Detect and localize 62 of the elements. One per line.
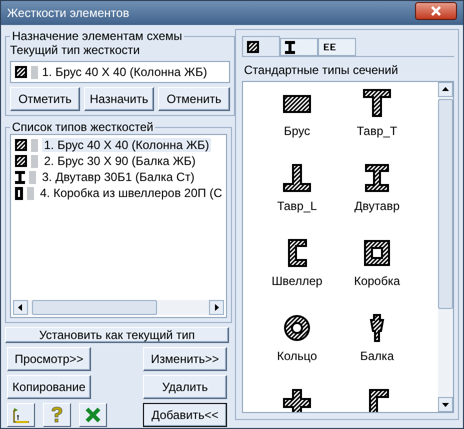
list-item[interactable]: 1. Брус 40 X 40 (Колонна ЖБ) bbox=[42, 138, 212, 152]
hatched-square-icon bbox=[15, 155, 27, 167]
section-item[interactable]: Брус bbox=[257, 88, 337, 163]
action-button[interactable]: Отметить bbox=[10, 87, 80, 111]
inverted-tee-icon bbox=[282, 163, 312, 193]
color-swatch bbox=[31, 154, 38, 168]
list-item[interactable]: 3. Двутавр 30Б1 (Балка Ст) bbox=[40, 170, 196, 184]
box-section-icon bbox=[362, 238, 392, 268]
action-button[interactable]: Отменить bbox=[158, 87, 230, 111]
tab[interactable] bbox=[280, 38, 318, 56]
close-button[interactable] bbox=[415, 2, 457, 20]
section-item[interactable]: Тавр_L bbox=[257, 163, 337, 238]
section-item[interactable]: Двутавр bbox=[337, 163, 417, 238]
tab[interactable] bbox=[242, 36, 280, 56]
section-item[interactable]: Тавр_Т bbox=[337, 88, 417, 163]
tool-button[interactable] bbox=[43, 403, 71, 427]
help-icon bbox=[50, 406, 64, 424]
action-button[interactable]: Изменить>> bbox=[143, 347, 227, 371]
set-current-button[interactable]: Установить как текущий тип bbox=[5, 327, 229, 343]
down-arrow-icon bbox=[442, 401, 449, 408]
section-item[interactable]: Коробка bbox=[337, 238, 417, 313]
tool-button[interactable] bbox=[79, 403, 107, 427]
current-type-field[interactable]: 1. Брус 40 X 40 (Колонна ЖБ) bbox=[10, 61, 230, 83]
cross-section-icon bbox=[282, 388, 312, 412]
ring-section-icon bbox=[282, 313, 312, 343]
sections-label: Стандартные типы сечений bbox=[244, 63, 400, 77]
vertical-scrollbar[interactable] bbox=[438, 82, 453, 412]
tool-button[interactable] bbox=[7, 403, 35, 427]
hatched-square-icon bbox=[247, 40, 259, 52]
color-swatch bbox=[27, 186, 34, 200]
tab[interactable] bbox=[318, 38, 356, 56]
color-swatch bbox=[31, 66, 38, 78]
hatched-square-icon bbox=[15, 139, 27, 151]
i-beam-icon bbox=[362, 163, 392, 193]
section-item[interactable]: Кольцо bbox=[257, 313, 337, 388]
close-icon bbox=[85, 407, 101, 423]
group-title: Список типов жесткостей bbox=[11, 120, 154, 134]
i-beam-icon bbox=[15, 170, 25, 184]
color-swatch bbox=[29, 170, 36, 184]
section-item[interactable]: Балка bbox=[337, 313, 417, 388]
action-button[interactable]: Просмотр>> bbox=[7, 347, 91, 371]
horizontal-scrollbar[interactable] bbox=[13, 300, 224, 315]
tee-section-icon bbox=[362, 88, 392, 118]
section-item[interactable]: Швеллер bbox=[257, 238, 337, 313]
close-icon bbox=[431, 6, 441, 16]
list-item[interactable]: 4. Коробка из швеллеров 20П (С bbox=[38, 186, 224, 200]
field-label: Текущий тип жесткости bbox=[10, 43, 141, 57]
right-arrow-icon bbox=[213, 304, 220, 311]
window-title: Жесткости элементов bbox=[7, 6, 130, 20]
action-button[interactable]: Копирование bbox=[7, 375, 91, 399]
up-arrow-icon bbox=[442, 86, 449, 93]
action-button[interactable]: Удалить bbox=[143, 375, 227, 399]
color-swatch bbox=[31, 138, 38, 152]
hatched-square-icon bbox=[15, 66, 27, 78]
box-section-icon bbox=[15, 186, 23, 200]
add-button[interactable]: Добавить<< bbox=[143, 403, 227, 427]
action-button[interactable]: Назначить bbox=[84, 87, 154, 111]
i-beam-icon bbox=[285, 40, 295, 54]
units-icon bbox=[12, 406, 30, 424]
group-title: Назначение элементам схемы bbox=[11, 29, 184, 43]
list-item[interactable]: 2. Брус 30 X 90 (Балка ЖБ) bbox=[42, 154, 198, 168]
left-arrow-icon bbox=[17, 304, 24, 311]
